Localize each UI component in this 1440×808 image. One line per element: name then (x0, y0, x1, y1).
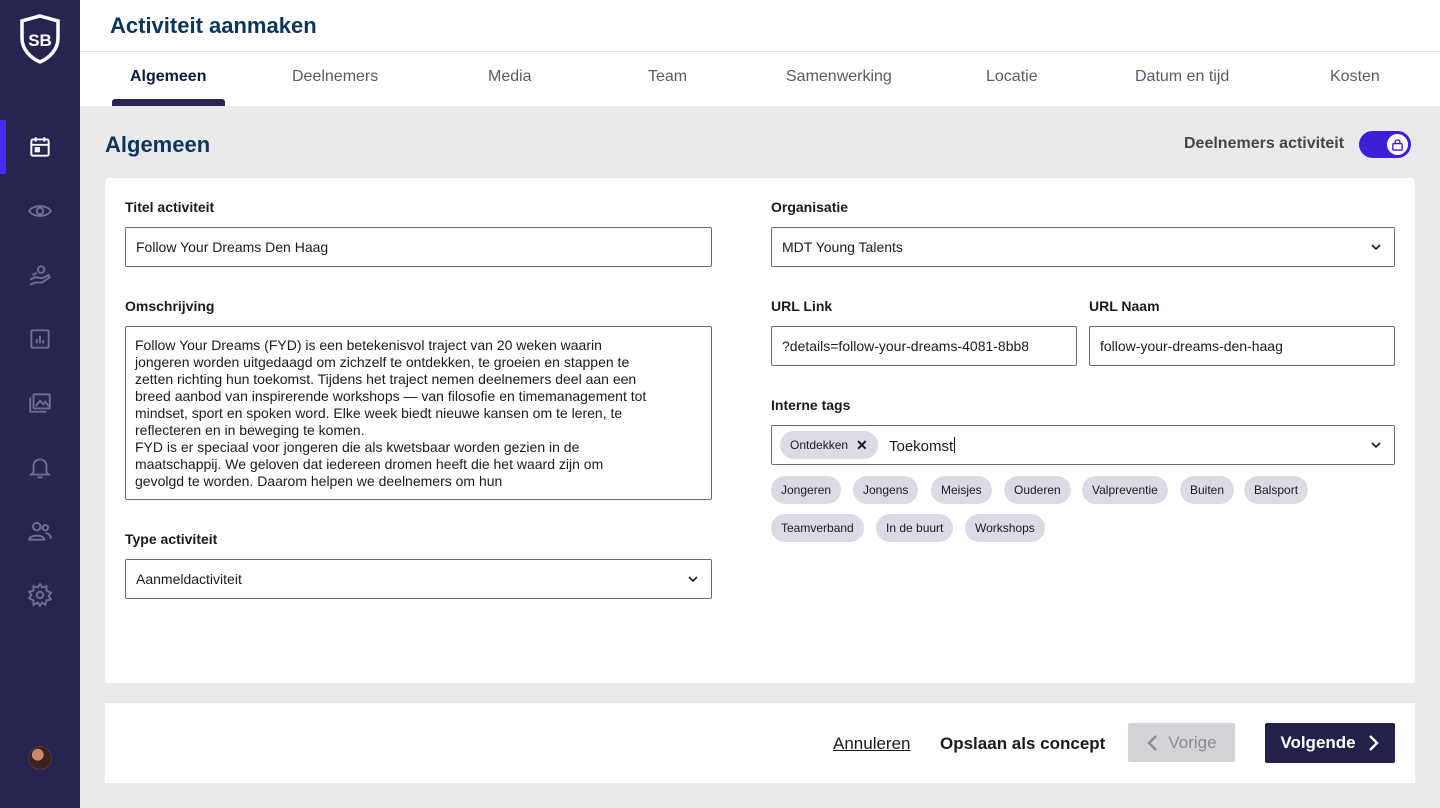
organisation-select[interactable]: MDT Young Talents (771, 227, 1395, 267)
sidebar-item-notifications[interactable] (0, 440, 80, 494)
toggle-knob (1387, 134, 1408, 155)
text-caret (954, 437, 956, 453)
title-input[interactable]: Follow Your Dreams Den Haag (125, 227, 712, 267)
description-label: Omschrijving (125, 298, 215, 314)
url-link-input-value: ?details=follow-your-dreams-4081-8bb8 (782, 338, 1030, 354)
logo-text: SB (28, 31, 52, 50)
previous-button[interactable]: Vorige (1128, 723, 1235, 762)
tab-locatie[interactable]: Locatie (986, 68, 1038, 86)
tag-suggestion[interactable]: Jongeren (771, 476, 842, 504)
chevron-down-icon (688, 576, 698, 583)
url-name-input[interactable]: follow-your-dreams-den-haag (1089, 326, 1395, 366)
calendar-icon (30, 137, 50, 157)
lock-icon (1392, 139, 1403, 151)
url-name-input-value: follow-your-dreams-den-haag (1100, 338, 1283, 354)
cancel-button[interactable]: Annuleren (833, 734, 911, 754)
tag-suggestion[interactable]: Balsport (1244, 476, 1309, 504)
tag-search-value: Toekomst (889, 438, 954, 455)
tab-samenwerking[interactable]: Samenwerking (786, 68, 892, 86)
chevron-left-icon (1147, 734, 1158, 751)
tags-input[interactable]: Ontdekken ✕ Toekomst (771, 425, 1395, 465)
sidebar-item-view[interactable] (0, 184, 80, 238)
tab-media[interactable]: Media (488, 68, 532, 86)
tab-deelnemers[interactable]: Deelnemers (292, 68, 378, 86)
tag-suggestion[interactable]: Buiten (1180, 476, 1235, 504)
type-select[interactable]: Aanmeldactiviteit (125, 559, 712, 599)
header: Activiteit aanmaken Algemeen Deelnemers … (80, 0, 1440, 106)
selected-tag-chip[interactable]: Ontdekken ✕ (780, 431, 878, 459)
hand-money-icon (29, 265, 51, 286)
chevron-right-icon (1368, 735, 1379, 751)
header-divider (80, 51, 1440, 52)
tag-search-text: Toekomst (889, 437, 956, 455)
tag-suggestion[interactable]: Valpreventie (1082, 476, 1168, 504)
tab-datum-en-tijd[interactable]: Datum en tijd (1135, 68, 1229, 86)
tag-suggestion[interactable]: Teamverband (771, 514, 864, 542)
sidebar-item-calendar[interactable] (0, 120, 80, 174)
sidebar: SB (0, 0, 80, 808)
organisation-label: Organisatie (771, 199, 849, 215)
tab-team[interactable]: Team (648, 68, 687, 86)
section-title: Algemeen (105, 132, 211, 157)
page-title: Activiteit aanmaken (110, 13, 317, 38)
type-label: Type activiteit (125, 531, 218, 547)
tag-suggestion[interactable]: In de buurt (876, 514, 954, 542)
title-label: Titel activiteit (125, 199, 215, 215)
eye-icon (28, 205, 52, 217)
chevron-down-icon (1371, 442, 1381, 449)
active-tab-indicator (112, 99, 225, 106)
previous-button-label: Vorige (1168, 732, 1217, 752)
users-icon (28, 521, 52, 541)
footer-bar: Annuleren Opslaan als concept Vorige Vol… (105, 703, 1415, 783)
tab-algemeen[interactable]: Algemeen (130, 68, 206, 86)
tags-label: Interne tags (771, 397, 851, 413)
url-link-input[interactable]: ?details=follow-your-dreams-4081-8bb8 (771, 326, 1077, 366)
tag-suggestion[interactable]: Jongens (853, 476, 919, 504)
sidebar-item-settings[interactable] (0, 568, 80, 622)
toggle-label: Deelnemers activiteit (1184, 135, 1345, 152)
url-name-label: URL Naam (1089, 298, 1160, 314)
remove-tag-icon[interactable]: ✕ (856, 437, 868, 454)
participants-activity-toggle[interactable] (1359, 131, 1411, 158)
next-button-label: Volgende (1280, 733, 1356, 752)
title-input-value: Follow Your Dreams Den Haag (136, 239, 329, 255)
tag-suggestion[interactable]: Ouderen (1004, 476, 1071, 504)
sidebar-item-users[interactable] (0, 504, 80, 558)
gallery-icon (29, 393, 51, 413)
save-draft-button[interactable]: Opslaan als concept (940, 734, 1105, 754)
sidebar-item-reports[interactable] (0, 312, 80, 366)
organisation-select-value: MDT Young Talents (782, 239, 903, 255)
description-textarea[interactable]: Follow Your Dreams (FYD) is een betekeni… (125, 326, 712, 500)
chevron-down-icon (1371, 244, 1381, 251)
selected-tag-label: Ontdekken (790, 438, 849, 452)
form-card: Titel activiteit Follow Your Dreams Den … (105, 178, 1415, 683)
bell-icon (28, 458, 52, 479)
sidebar-item-media[interactable] (0, 376, 80, 430)
tag-suggestion[interactable]: Meisjes (931, 476, 992, 504)
type-select-value: Aanmeldactiviteit (136, 571, 242, 587)
avatar[interactable] (28, 746, 52, 770)
gear-icon (27, 582, 53, 608)
sidebar-item-funding[interactable] (0, 248, 80, 302)
chart-icon (30, 329, 50, 349)
logo[interactable]: SB (18, 14, 62, 64)
tab-kosten[interactable]: Kosten (1330, 68, 1380, 86)
next-button[interactable]: Volgende (1265, 723, 1395, 763)
tag-suggestion[interactable]: Workshops (965, 514, 1045, 542)
url-link-label: URL Link (771, 298, 833, 314)
